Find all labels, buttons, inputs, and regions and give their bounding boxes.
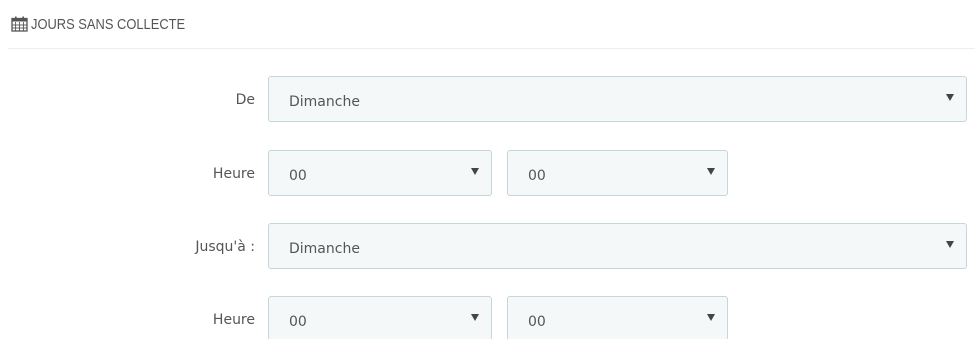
from-day-row: De Dimanche: [0, 76, 975, 124]
from-minute-select[interactable]: 00: [507, 150, 728, 196]
heading-divider: [8, 48, 975, 49]
chevron-down-icon: [707, 168, 715, 175]
from-hour-select[interactable]: 00: [268, 150, 492, 196]
from-hour-row: Heure 00 00: [0, 150, 975, 198]
chevron-down-icon: [946, 94, 954, 101]
panel-heading: JOURS SANS COLLECTE: [11, 8, 210, 40]
to-hour-row: Heure 00 00: [0, 296, 975, 339]
from-hour-label: Heure: [212, 166, 255, 182]
jours-sans-collecte-panel: JOURS SANS COLLECTE De Dimanche Heure 00…: [0, 0, 975, 339]
to-day-label: Jusqu'à :: [195, 239, 255, 255]
chevron-down-icon: [946, 241, 954, 248]
to-hour-label: Heure: [212, 312, 255, 328]
from-day-value: Dimanche: [289, 94, 360, 110]
panel-title: JOURS SANS COLLECTE: [31, 15, 186, 33]
from-day-label: De: [235, 92, 255, 108]
to-minute-select[interactable]: 00: [507, 296, 728, 339]
from-hour-value: 00: [289, 168, 307, 184]
to-day-value: Dimanche: [289, 241, 360, 257]
to-hour-value: 00: [289, 314, 307, 330]
from-day-select[interactable]: Dimanche: [268, 76, 967, 122]
chevron-down-icon: [471, 314, 479, 321]
to-day-row: Jusqu'à : Dimanche: [0, 223, 975, 271]
calendar-icon: [11, 16, 28, 32]
to-minute-value: 00: [528, 314, 546, 330]
from-minute-value: 00: [528, 168, 546, 184]
chevron-down-icon: [471, 168, 479, 175]
to-day-select[interactable]: Dimanche: [268, 223, 967, 269]
to-hour-select[interactable]: 00: [268, 296, 492, 339]
chevron-down-icon: [707, 314, 715, 321]
